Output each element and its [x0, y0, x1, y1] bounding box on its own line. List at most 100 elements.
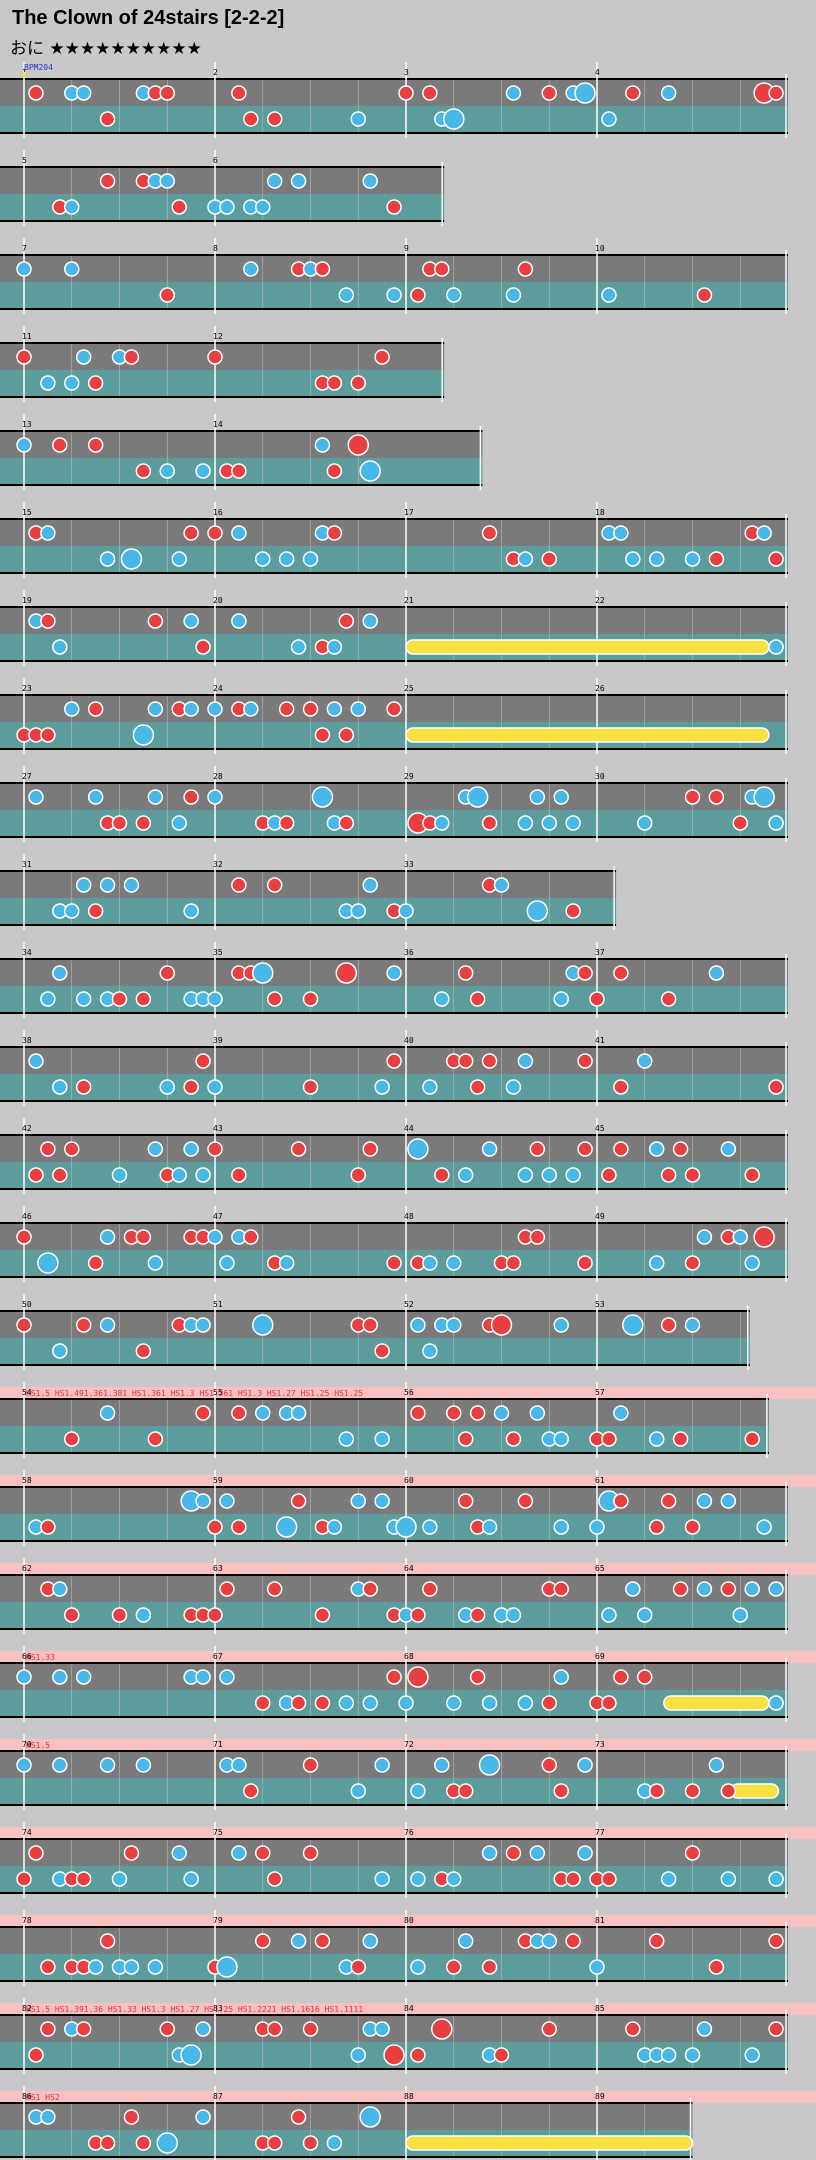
- ka-note: [326, 639, 343, 655]
- don-note: [386, 199, 402, 215]
- don-note: [601, 1871, 617, 1887]
- ka-note: [374, 1431, 390, 1447]
- ka-note: [207, 701, 223, 717]
- measure-number: 17: [404, 508, 414, 517]
- measure-number: 53: [595, 1300, 605, 1309]
- measure-number: 84: [404, 2004, 414, 2013]
- don-note: [469, 991, 486, 1007]
- lane-upper: [0, 872, 617, 898]
- ka-note: [625, 551, 641, 567]
- measure-number: 31: [22, 860, 32, 869]
- don-note: [720, 1783, 737, 1799]
- ka-note: [171, 1167, 187, 1183]
- don-note: [64, 1607, 80, 1623]
- don-note: [338, 727, 355, 743]
- chart-row: 74 75 76 77: [0, 1822, 816, 1898]
- don-note: [314, 727, 331, 743]
- lane-upper: [0, 1576, 788, 1602]
- chart-row: HS1 HS286 87 88 89: [0, 2086, 816, 2160]
- don-note: [40, 727, 56, 743]
- ka-note: [171, 551, 187, 567]
- don-note: [553, 1783, 569, 1799]
- ka-note: [696, 2021, 713, 2037]
- don-note: [123, 2109, 140, 2125]
- ka-note: [505, 287, 522, 303]
- ka-note: [302, 551, 319, 567]
- don-note: [422, 85, 438, 101]
- ka-note: [637, 815, 653, 831]
- ka-note: [147, 1959, 164, 1975]
- measure-number: 55: [213, 1388, 223, 1397]
- don-note: [684, 1519, 701, 1535]
- ka-note: [278, 551, 295, 567]
- ka-note: [443, 108, 465, 130]
- don-note: [601, 1167, 617, 1183]
- don-note: [744, 1167, 760, 1183]
- measure-number: 13: [22, 420, 32, 429]
- don-note: [99, 2135, 116, 2151]
- don-note: [613, 1493, 629, 1509]
- measure-number: 75: [213, 1828, 223, 1837]
- don-note: [75, 1871, 92, 1887]
- ka-note: [410, 1871, 426, 1887]
- don-note: [672, 1141, 689, 1157]
- don-note: [135, 2135, 152, 2151]
- ka-note: [326, 1519, 343, 1535]
- don-note: [99, 173, 116, 189]
- don-note: [147, 613, 164, 629]
- don-note: [601, 1695, 617, 1711]
- don-note: [266, 1871, 283, 1887]
- ka-note: [180, 2044, 202, 2066]
- ka-note: [159, 1079, 175, 1095]
- ka-note: [446, 1255, 462, 1271]
- chart-row: HS1.5 HS1.491.361.381 HS1.361 HS1.3 HS1.…: [0, 1382, 816, 1458]
- chart-row: 42 43 44 45: [0, 1118, 788, 1194]
- don-note: [541, 1695, 557, 1711]
- don-note: [613, 965, 629, 981]
- don-note: [446, 1405, 462, 1421]
- ka-note: [326, 701, 343, 717]
- ka-note: [481, 1141, 498, 1157]
- ka-note: [219, 1669, 235, 1685]
- measure-number: 36: [404, 948, 414, 957]
- chart-row: HS1.3366 67 68 69: [0, 1646, 816, 1722]
- ka-note: [457, 1167, 474, 1183]
- ka-note: [275, 1516, 298, 1538]
- ka-note: [195, 1317, 211, 1333]
- ka-note: [553, 1431, 569, 1447]
- ka-note: [28, 1053, 44, 1069]
- measure-number: 37: [595, 948, 605, 957]
- don-note: [493, 2047, 510, 2063]
- don-note: [314, 1607, 331, 1623]
- don-note: [565, 1933, 581, 1949]
- ka-note: [40, 375, 56, 391]
- ka-note: [374, 1757, 390, 1773]
- ka-note: [255, 551, 271, 567]
- don-note: [207, 349, 223, 365]
- don-note: [684, 1255, 701, 1271]
- don-note: [386, 1255, 402, 1271]
- measure-number: 22: [595, 596, 605, 605]
- ka-note: [16, 437, 32, 453]
- measure-number: 47: [213, 1212, 223, 1221]
- chart-row: 56: [0, 150, 445, 226]
- lane-upper: [0, 2016, 788, 2042]
- ka-note: [744, 1581, 760, 1597]
- don-note: [266, 2135, 283, 2151]
- ka-note: [466, 786, 489, 808]
- don-note: [111, 1607, 128, 1623]
- ka-note: [553, 1519, 569, 1535]
- ka-note: [255, 1405, 271, 1421]
- ka-note: [75, 877, 92, 893]
- don-note: [708, 551, 725, 567]
- chart-row: 23 24 25 26: [0, 678, 788, 754]
- don-note: [410, 287, 426, 303]
- chart-row: 31 32 33: [0, 854, 617, 930]
- ka-note: [195, 1493, 211, 1509]
- lane-upper: [0, 1752, 788, 1778]
- don-note: [481, 815, 498, 831]
- ka-note: [648, 1431, 665, 1447]
- scroll-speed-label: HS1.5 HS1.491.361.381 HS1.361 HS1.3 HS1.…: [26, 1389, 363, 1398]
- measure-number: 42: [22, 1124, 32, 1133]
- don-note: [135, 1343, 152, 1359]
